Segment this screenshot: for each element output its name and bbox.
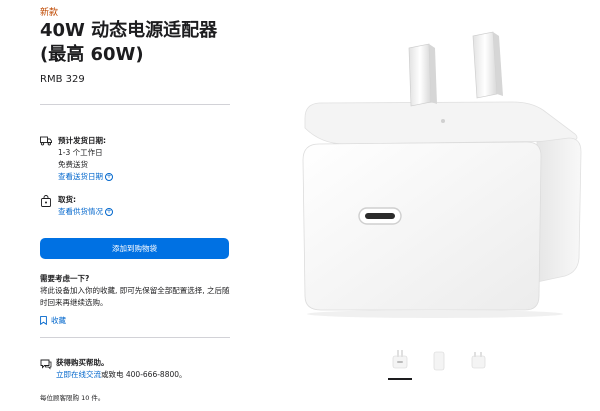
product-title: 40W 动态电源适配器 (最高 60W) (40, 19, 240, 67)
consider-text: 将此设备加入你的收藏, 即可先保留全部配置选择, 之后随时回来再继续选购。 (40, 286, 230, 307)
divider (40, 337, 230, 338)
view-delivery-dates-label: 查看送货日期 (58, 172, 103, 181)
thumbnail-2[interactable] (426, 346, 454, 378)
delivery-heading: 预计发货日期: (58, 136, 106, 145)
bookmark-icon (40, 316, 47, 325)
chat-now-link[interactable]: 立即在线交流 (56, 369, 101, 381)
power-adapter-image (302, 31, 582, 318)
help-contact-line: 立即在线交流或致电 400-666-8800。 (56, 369, 246, 381)
plus-circle-icon: + (105, 173, 113, 181)
product-price: RMB 329 (40, 74, 85, 85)
pickup-heading: 取货: (58, 195, 76, 204)
store-bag-icon (41, 195, 51, 207)
product-title-line2: (最高 60W) (40, 44, 144, 65)
plus-circle-icon: + (105, 208, 113, 216)
help-phone-text: 或致电 400-666-8800。 (101, 370, 187, 379)
consider-heading: 需要考虑一下? (40, 274, 90, 283)
selected-indicator (388, 378, 412, 380)
thumbnail-strip (386, 346, 496, 380)
check-availability-link[interactable]: 查看供货情况 + (58, 206, 113, 218)
add-to-bag-button[interactable]: 添加到购物袋 (40, 238, 229, 259)
adapter-side-thumbnail-icon (433, 351, 445, 371)
chat-icon (40, 359, 52, 370)
save-button[interactable]: 收藏 (40, 315, 66, 326)
save-label: 收藏 (51, 316, 66, 325)
adapter-angle-thumbnail-icon (471, 352, 486, 369)
truck-icon (40, 136, 52, 146)
purchase-limit-note: 每位顾客限购 10 件。 (40, 394, 105, 402)
check-availability-label: 查看供货情况 (58, 207, 103, 216)
divider (40, 104, 230, 105)
thumbnail-3[interactable] (464, 346, 492, 378)
product-title-line1: 40W 动态电源适配器 (40, 20, 218, 41)
help-heading: 获得购买帮助。 (56, 358, 109, 367)
view-delivery-dates-link[interactable]: 查看送货日期 + (58, 171, 113, 183)
delivery-time: 1-3 个工作日 (58, 148, 103, 157)
adapter-thumbnail-icon (392, 350, 408, 369)
new-badge: 新款 (40, 8, 59, 18)
thumbnail-1[interactable] (386, 346, 414, 380)
delivery-free: 免费送货 (58, 160, 88, 169)
